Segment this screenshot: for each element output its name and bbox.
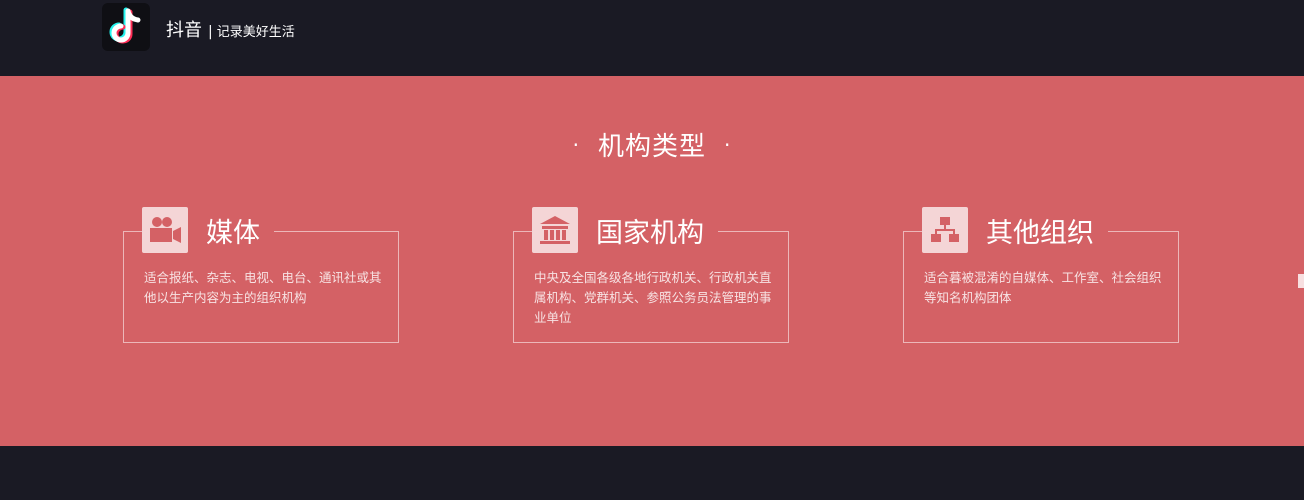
card-other-organizations[interactable]: 其他组织 适合暮被混淆的自媒体、工作室、社会组织等知名机构团体: [903, 205, 1179, 343]
government-building-icon: [532, 207, 578, 253]
card-state-title: 国家机构: [596, 217, 704, 249]
top-header: 抖音 | 记录美好生活: [0, 0, 1304, 76]
org-chart-icon: [922, 207, 968, 253]
brand-block: 抖音 | 记录美好生活: [166, 16, 295, 41]
section-title-text: 机构类型: [597, 132, 706, 162]
section-title: · 机构类型 ·: [0, 126, 1304, 163]
card-media[interactable]: 媒体 适合报纸、杂志、电视、电台、通讯社或其他以生产内容为主的组织机构: [123, 205, 399, 343]
video-camera-icon: [142, 207, 188, 253]
card-other-description: 适合暮被混淆的自媒体、工作室、社会组织等知名机构团体: [924, 270, 1162, 305]
app-logo[interactable]: [102, 3, 150, 51]
card-state-head: 国家机构: [532, 205, 718, 255]
title-dot-right: ·: [724, 132, 732, 157]
brand-separator: |: [208, 24, 213, 40]
card-other-title: 其他组织: [986, 217, 1094, 249]
institution-types-section: · 机构类型 · 媒体 适合报纸、杂志、电视、电台、通讯社或其他以生产内容为主的…: [0, 76, 1304, 446]
card-state-institutions[interactable]: 国家机构 中央及全国各级各地行政机关、行政机关直属机构、党群机关、参照公务员法管…: [513, 205, 789, 343]
card-media-title: 媒体: [206, 217, 260, 249]
scroll-edge-indicator[interactable]: [1298, 274, 1304, 288]
card-media-description: 适合报纸、杂志、电视、电台、通讯社或其他以生产内容为主的组织机构: [144, 270, 382, 305]
card-other-head: 其他组织: [922, 205, 1108, 255]
card-media-head: 媒体: [142, 205, 274, 255]
brand-slogan: 记录美好生活: [216, 25, 295, 40]
app-name: 抖音: [166, 20, 202, 41]
card-state-description: 中央及全国各级各地行政机关、行政机关直属机构、党群机关、参照公务员法管理的事业单…: [534, 270, 772, 325]
title-dot-left: ·: [572, 132, 580, 157]
tiktok-note-icon: [109, 7, 141, 44]
